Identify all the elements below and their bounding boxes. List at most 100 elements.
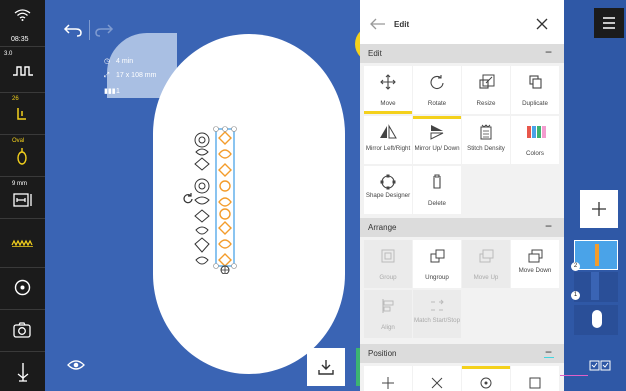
multi-select-button[interactable]	[589, 359, 611, 373]
tool-resize[interactable]: Resize	[462, 66, 510, 114]
collapse-icon[interactable]: −	[545, 219, 552, 233]
toolbar-divider	[89, 20, 90, 40]
tool-move[interactable]: Move	[364, 66, 412, 114]
tool-ungroup[interactable]: Ungroup	[413, 240, 461, 288]
tool-duplicate-label: Duplicate	[522, 100, 548, 107]
redo-button[interactable]	[94, 22, 114, 38]
info-colors: ▮▮▮1	[104, 87, 120, 95]
foot-value: Oval	[12, 138, 25, 144]
section-edit-header[interactable]: Edit −	[360, 44, 564, 63]
tool-move-label: Move	[380, 100, 396, 107]
left-tool-rail: 08:35 3.0 26 Oval 9 mm	[0, 0, 45, 391]
needle-icon	[17, 363, 29, 382]
design-size-value: 17 x 108 mm	[116, 72, 157, 79]
speed-icon	[13, 66, 33, 76]
decorative-line	[560, 375, 588, 376]
mirror-left-right-icon	[380, 124, 397, 139]
tool-position-corner[interactable]	[511, 366, 559, 391]
wifi-icon	[14, 9, 31, 21]
tool-position-center[interactable]	[364, 366, 412, 391]
layer-badge: 2	[571, 262, 580, 271]
decorative-line	[544, 357, 554, 358]
save-button[interactable]	[307, 348, 345, 386]
speed-control[interactable]: 3.0	[0, 47, 45, 93]
bobbin-icon	[14, 279, 31, 296]
camera-icon	[13, 322, 31, 338]
tool-delete-label: Delete	[428, 200, 446, 207]
group-icon	[381, 249, 395, 263]
oval-foot-icon	[17, 148, 27, 165]
stitch-width-control[interactable]: 9 mm	[0, 177, 45, 219]
hamburger-icon	[603, 17, 615, 29]
layer-thumbnail-selected[interactable]	[574, 240, 618, 270]
clock-time: 08:35	[11, 36, 29, 43]
tool-move-up[interactable]: Move Up	[462, 240, 510, 288]
section-edit-title: Edit	[368, 49, 382, 58]
match-start-stop-icon	[431, 299, 444, 311]
section-arrange-title: Arrange	[368, 223, 397, 232]
layer-thumbnail-hoop[interactable]	[574, 305, 618, 335]
clock-icon: ◷	[104, 58, 111, 65]
back-button[interactable]	[370, 17, 386, 30]
edit-panel: Edit Edit − Move Rotate Resize Duplicate…	[360, 0, 564, 391]
duplicate-icon	[529, 75, 542, 89]
selected-indicator	[364, 111, 412, 114]
undo-button[interactable]	[63, 22, 83, 38]
plus-icon	[592, 202, 606, 216]
bobbin-control[interactable]	[0, 268, 45, 310]
tool-position-target[interactable]	[462, 366, 510, 391]
menu-button[interactable]	[594, 8, 624, 38]
tool-position-move[interactable]	[413, 366, 461, 391]
needle-control[interactable]	[0, 352, 45, 391]
checkbox-pair-icon	[589, 360, 611, 371]
tool-shape-designer[interactable]: Shape Designer	[364, 166, 412, 214]
speed-value: 3.0	[4, 51, 13, 57]
layer-thumbnail[interactable]	[574, 272, 618, 302]
tool-match-label: Match Start/Stop	[413, 317, 461, 324]
tool-mirror-left-right[interactable]: Mirror Left/Right	[364, 116, 412, 164]
tool-match-start-stop[interactable]: Match Start/Stop	[413, 290, 461, 338]
tool-group[interactable]: Group	[364, 240, 412, 288]
tool-stitch-density[interactable]: Stitch Density	[462, 116, 510, 164]
tension-control[interactable]: 26	[0, 93, 45, 135]
tool-align-label: Align	[381, 324, 395, 331]
tool-mirror-up-down[interactable]: Mirror Up/ Down	[413, 116, 461, 164]
tool-move-up-label: Move Up	[473, 274, 499, 281]
tool-delete[interactable]: Delete	[413, 166, 461, 214]
collapse-icon[interactable]: −	[545, 45, 552, 59]
preview-button[interactable]	[67, 358, 85, 372]
hoop-preview	[592, 310, 602, 328]
tool-align[interactable]: Align	[364, 290, 412, 338]
section-position-title: Position	[368, 349, 397, 358]
section-position-header[interactable]: Position −	[360, 344, 564, 363]
add-design-button[interactable]	[580, 190, 618, 228]
tool-colors-label: Colors	[526, 150, 544, 157]
tension-value: 26	[12, 96, 19, 102]
embroidery-canvas[interactable]: ◷ 4 min ⤢ 17 x 108 mm ▮▮▮1	[45, 0, 394, 391]
move-down-icon	[528, 249, 543, 263]
info-time: ◷ 4 min	[104, 57, 133, 65]
tool-mirror-ud-label: Mirror Up/ Down	[414, 145, 460, 152]
camera-control[interactable]	[0, 310, 45, 352]
info-size: ⤢ 17 x 108 mm	[104, 72, 156, 80]
close-icon	[536, 18, 548, 30]
rotate-icon	[430, 75, 444, 89]
tool-rotate[interactable]: Rotate	[413, 66, 461, 114]
arrow-left-icon	[370, 18, 385, 30]
tool-colors[interactable]: Colors	[511, 116, 559, 164]
stitch-width-icon	[13, 193, 32, 207]
tool-duplicate[interactable]: Duplicate	[511, 66, 559, 114]
orange-floral-column	[218, 131, 232, 267]
presser-foot-control[interactable]: Oval	[0, 135, 45, 177]
close-button[interactable]	[536, 17, 548, 30]
stitch-pattern-control[interactable]	[0, 219, 45, 268]
section-arrange-header[interactable]: Arrange −	[360, 218, 564, 237]
dark-floral-column	[194, 132, 210, 265]
color-count-value: 1	[116, 88, 120, 95]
trash-icon	[433, 174, 441, 189]
tool-move-down[interactable]: Move Down	[511, 240, 559, 288]
rotate-handle-icon[interactable]	[182, 192, 194, 204]
color-bars-icon: ▮▮▮	[104, 88, 116, 95]
layer-badge: 1	[571, 291, 580, 300]
selected-indicator-top	[413, 116, 461, 119]
